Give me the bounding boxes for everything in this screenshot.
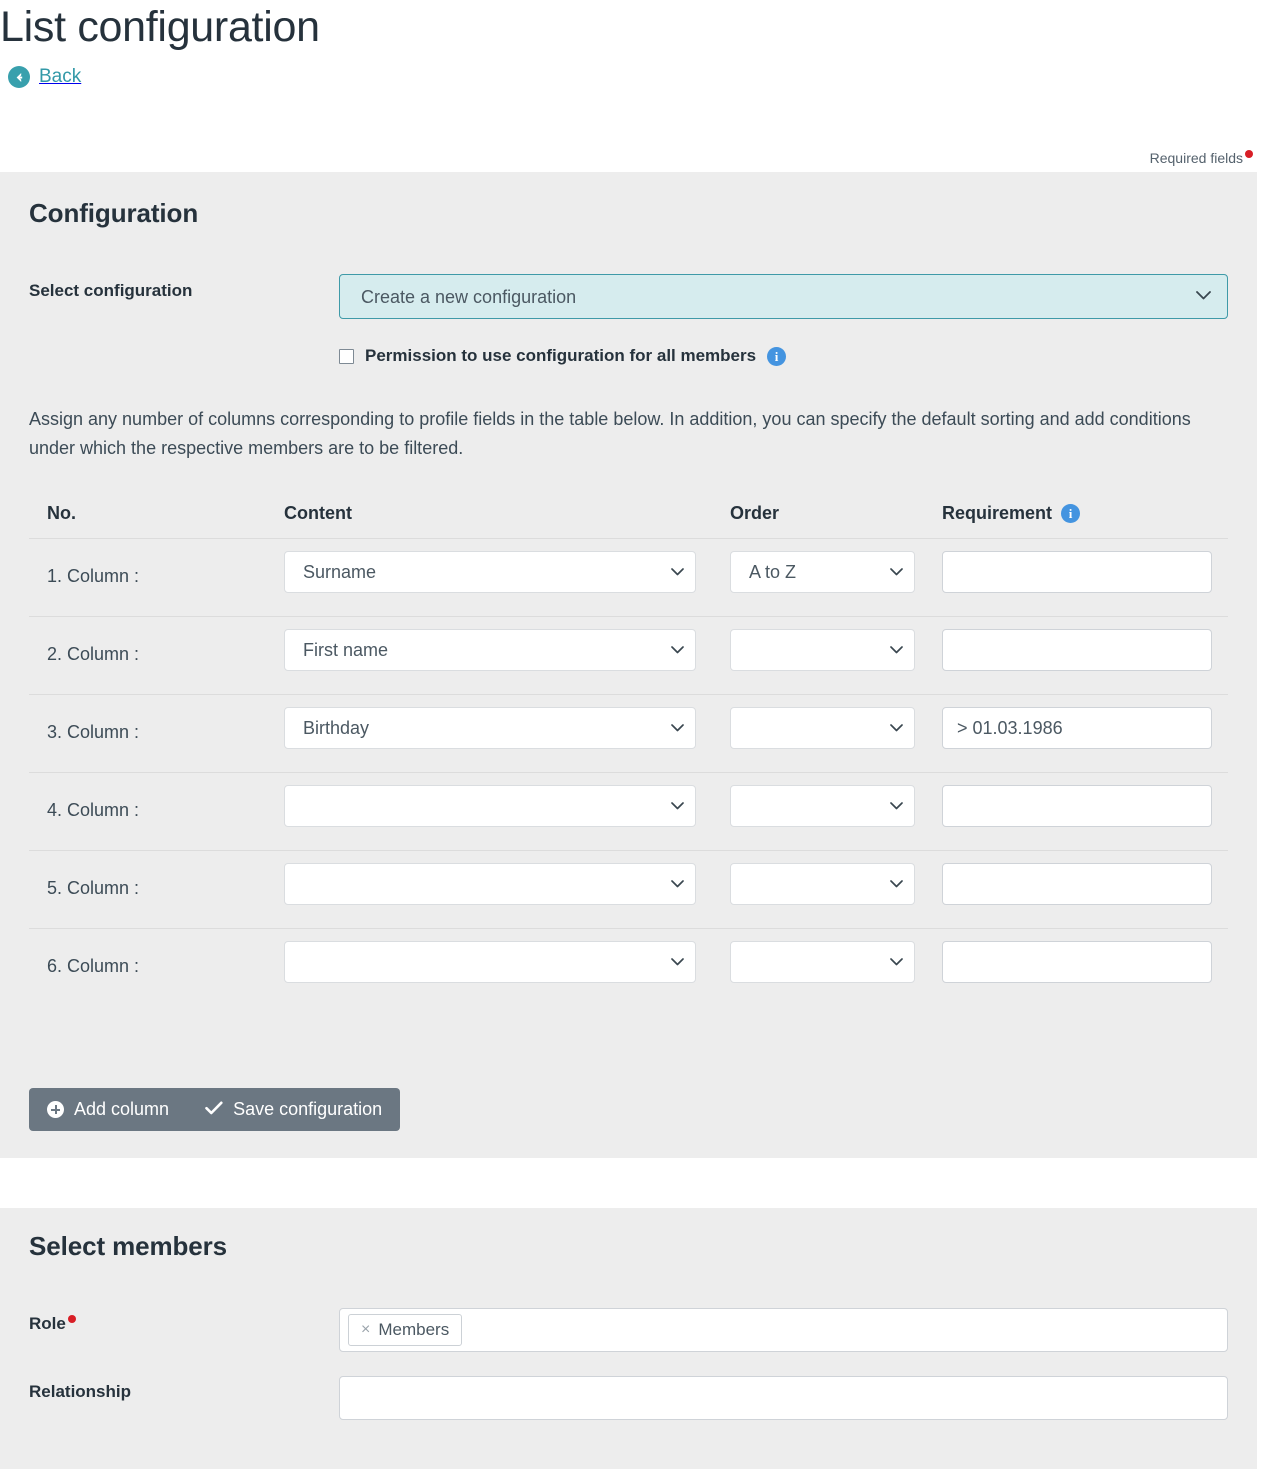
- required-fields-label: Required fields: [1149, 150, 1243, 166]
- plus-circle-icon: [47, 1101, 64, 1118]
- row-label: 1. Column :: [47, 566, 140, 586]
- row-content-cell: Birthday: [284, 707, 696, 749]
- configuration-title: Configuration: [29, 198, 199, 228]
- select-configuration-dropdown[interactable]: Create a new configuration: [339, 274, 1228, 319]
- order-dropdown[interactable]: [730, 707, 915, 749]
- requirement-input[interactable]: [942, 629, 1212, 671]
- content-dropdown[interactable]: Surname: [284, 551, 696, 593]
- save-configuration-button-label: Save configuration: [233, 1099, 383, 1119]
- role-tag[interactable]: × Members: [348, 1314, 463, 1346]
- required-dot-icon: [1245, 150, 1253, 158]
- row-requirement-cell: [942, 941, 1212, 983]
- row-content-cell: [284, 785, 696, 827]
- column-header-order: Order: [730, 503, 780, 523]
- list-configuration-page: List configuration Back Required fields …: [0, 0, 1275, 1469]
- requirement-input[interactable]: [942, 785, 1212, 827]
- role-label: Role: [29, 1314, 76, 1334]
- role-field[interactable]: × Members: [339, 1308, 1228, 1352]
- column-header-content: Content: [284, 503, 352, 523]
- row-requirement-cell: [942, 551, 1212, 593]
- save-configuration-button[interactable]: Save configuration: [187, 1088, 400, 1131]
- content-dropdown[interactable]: Birthday: [284, 707, 696, 749]
- row-order-cell: A to Z: [730, 551, 915, 593]
- columns-table: No. Content Order Requirement i 1. Colum…: [29, 492, 1228, 1006]
- row-requirement-cell: [942, 629, 1212, 671]
- add-column-button[interactable]: Add column: [29, 1088, 187, 1131]
- table-row: 6. Column :: [29, 929, 1228, 1006]
- table-row: 4. Column :: [29, 773, 1228, 851]
- row-order-cell: [730, 629, 915, 671]
- role-label-text: Role: [29, 1314, 66, 1333]
- content-dropdown[interactable]: First name: [284, 629, 696, 671]
- column-header-requirement-label: Requirement: [942, 503, 1053, 523]
- required-dot-icon: [67, 1315, 76, 1323]
- row-label: 2. Column :: [47, 644, 140, 664]
- row-label: 4. Column :: [47, 800, 140, 820]
- requirement-input[interactable]: [942, 551, 1212, 593]
- order-dropdown[interactable]: [730, 785, 915, 827]
- page-title: List configuration: [0, 3, 320, 51]
- add-column-button-label: Add column: [74, 1099, 170, 1119]
- content-dropdown[interactable]: [284, 785, 696, 827]
- role-tag-label: Members: [378, 1320, 450, 1339]
- arrow-circle-left-icon: [8, 66, 30, 88]
- row-content-cell: Surname: [284, 551, 696, 593]
- requirement-input[interactable]: [942, 707, 1212, 749]
- row-content-cell: [284, 863, 696, 905]
- content-dropdown[interactable]: [284, 941, 696, 983]
- order-dropdown[interactable]: [730, 863, 915, 905]
- column-header-requirement: Requirement i: [942, 503, 1081, 524]
- row-order-cell: [730, 863, 915, 905]
- permission-checkbox[interactable]: [339, 348, 354, 364]
- table-row: 2. Column : First name: [29, 617, 1228, 695]
- order-dropdown[interactable]: [730, 629, 915, 671]
- select-configuration-label: Select configuration: [29, 281, 193, 300]
- row-content-cell: First name: [284, 629, 696, 671]
- row-order-cell: [730, 941, 915, 983]
- row-label: 6. Column :: [47, 956, 140, 976]
- table-row: 3. Column : Birthday: [29, 695, 1228, 773]
- info-icon[interactable]: i: [1061, 504, 1081, 523]
- row-order-cell: [730, 785, 915, 827]
- back-link-label: Back: [39, 66, 82, 87]
- content-dropdown[interactable]: [284, 863, 696, 905]
- row-label: 3. Column :: [47, 722, 140, 742]
- row-requirement-cell: [942, 707, 1212, 749]
- required-fields-note: Required fields: [1150, 150, 1253, 166]
- table-row: 5. Column :: [29, 851, 1228, 929]
- select-members-title: Select members: [29, 1231, 228, 1261]
- relationship-input[interactable]: [339, 1376, 1228, 1420]
- permission-checkbox-label: Permission to use configuration for all …: [365, 346, 757, 365]
- close-icon[interactable]: ×: [361, 1322, 370, 1338]
- back-link[interactable]: Back: [8, 66, 81, 88]
- row-requirement-cell: [942, 863, 1212, 905]
- requirement-input[interactable]: [942, 863, 1212, 905]
- row-order-cell: [730, 707, 915, 749]
- relationship-label: Relationship: [29, 1382, 132, 1401]
- check-icon: [205, 1099, 223, 1120]
- configuration-intro-text: Assign any number of columns correspondi…: [29, 409, 1191, 458]
- requirement-input[interactable]: [942, 941, 1212, 983]
- info-icon[interactable]: i: [767, 346, 787, 366]
- columns-table-header: No. Content Order Requirement i: [29, 492, 1228, 539]
- order-dropdown[interactable]: [730, 941, 915, 983]
- column-header-no: No.: [47, 503, 76, 523]
- order-dropdown[interactable]: A to Z: [730, 551, 915, 593]
- configuration-actions: Add column Save configuration: [29, 1088, 401, 1131]
- table-row: 1. Column : Surname A to Z: [29, 539, 1228, 617]
- row-requirement-cell: [942, 785, 1212, 827]
- permission-checkbox-row[interactable]: Permission to use configuration for all …: [339, 346, 787, 366]
- row-content-cell: [284, 941, 696, 983]
- row-label: 5. Column :: [47, 878, 140, 898]
